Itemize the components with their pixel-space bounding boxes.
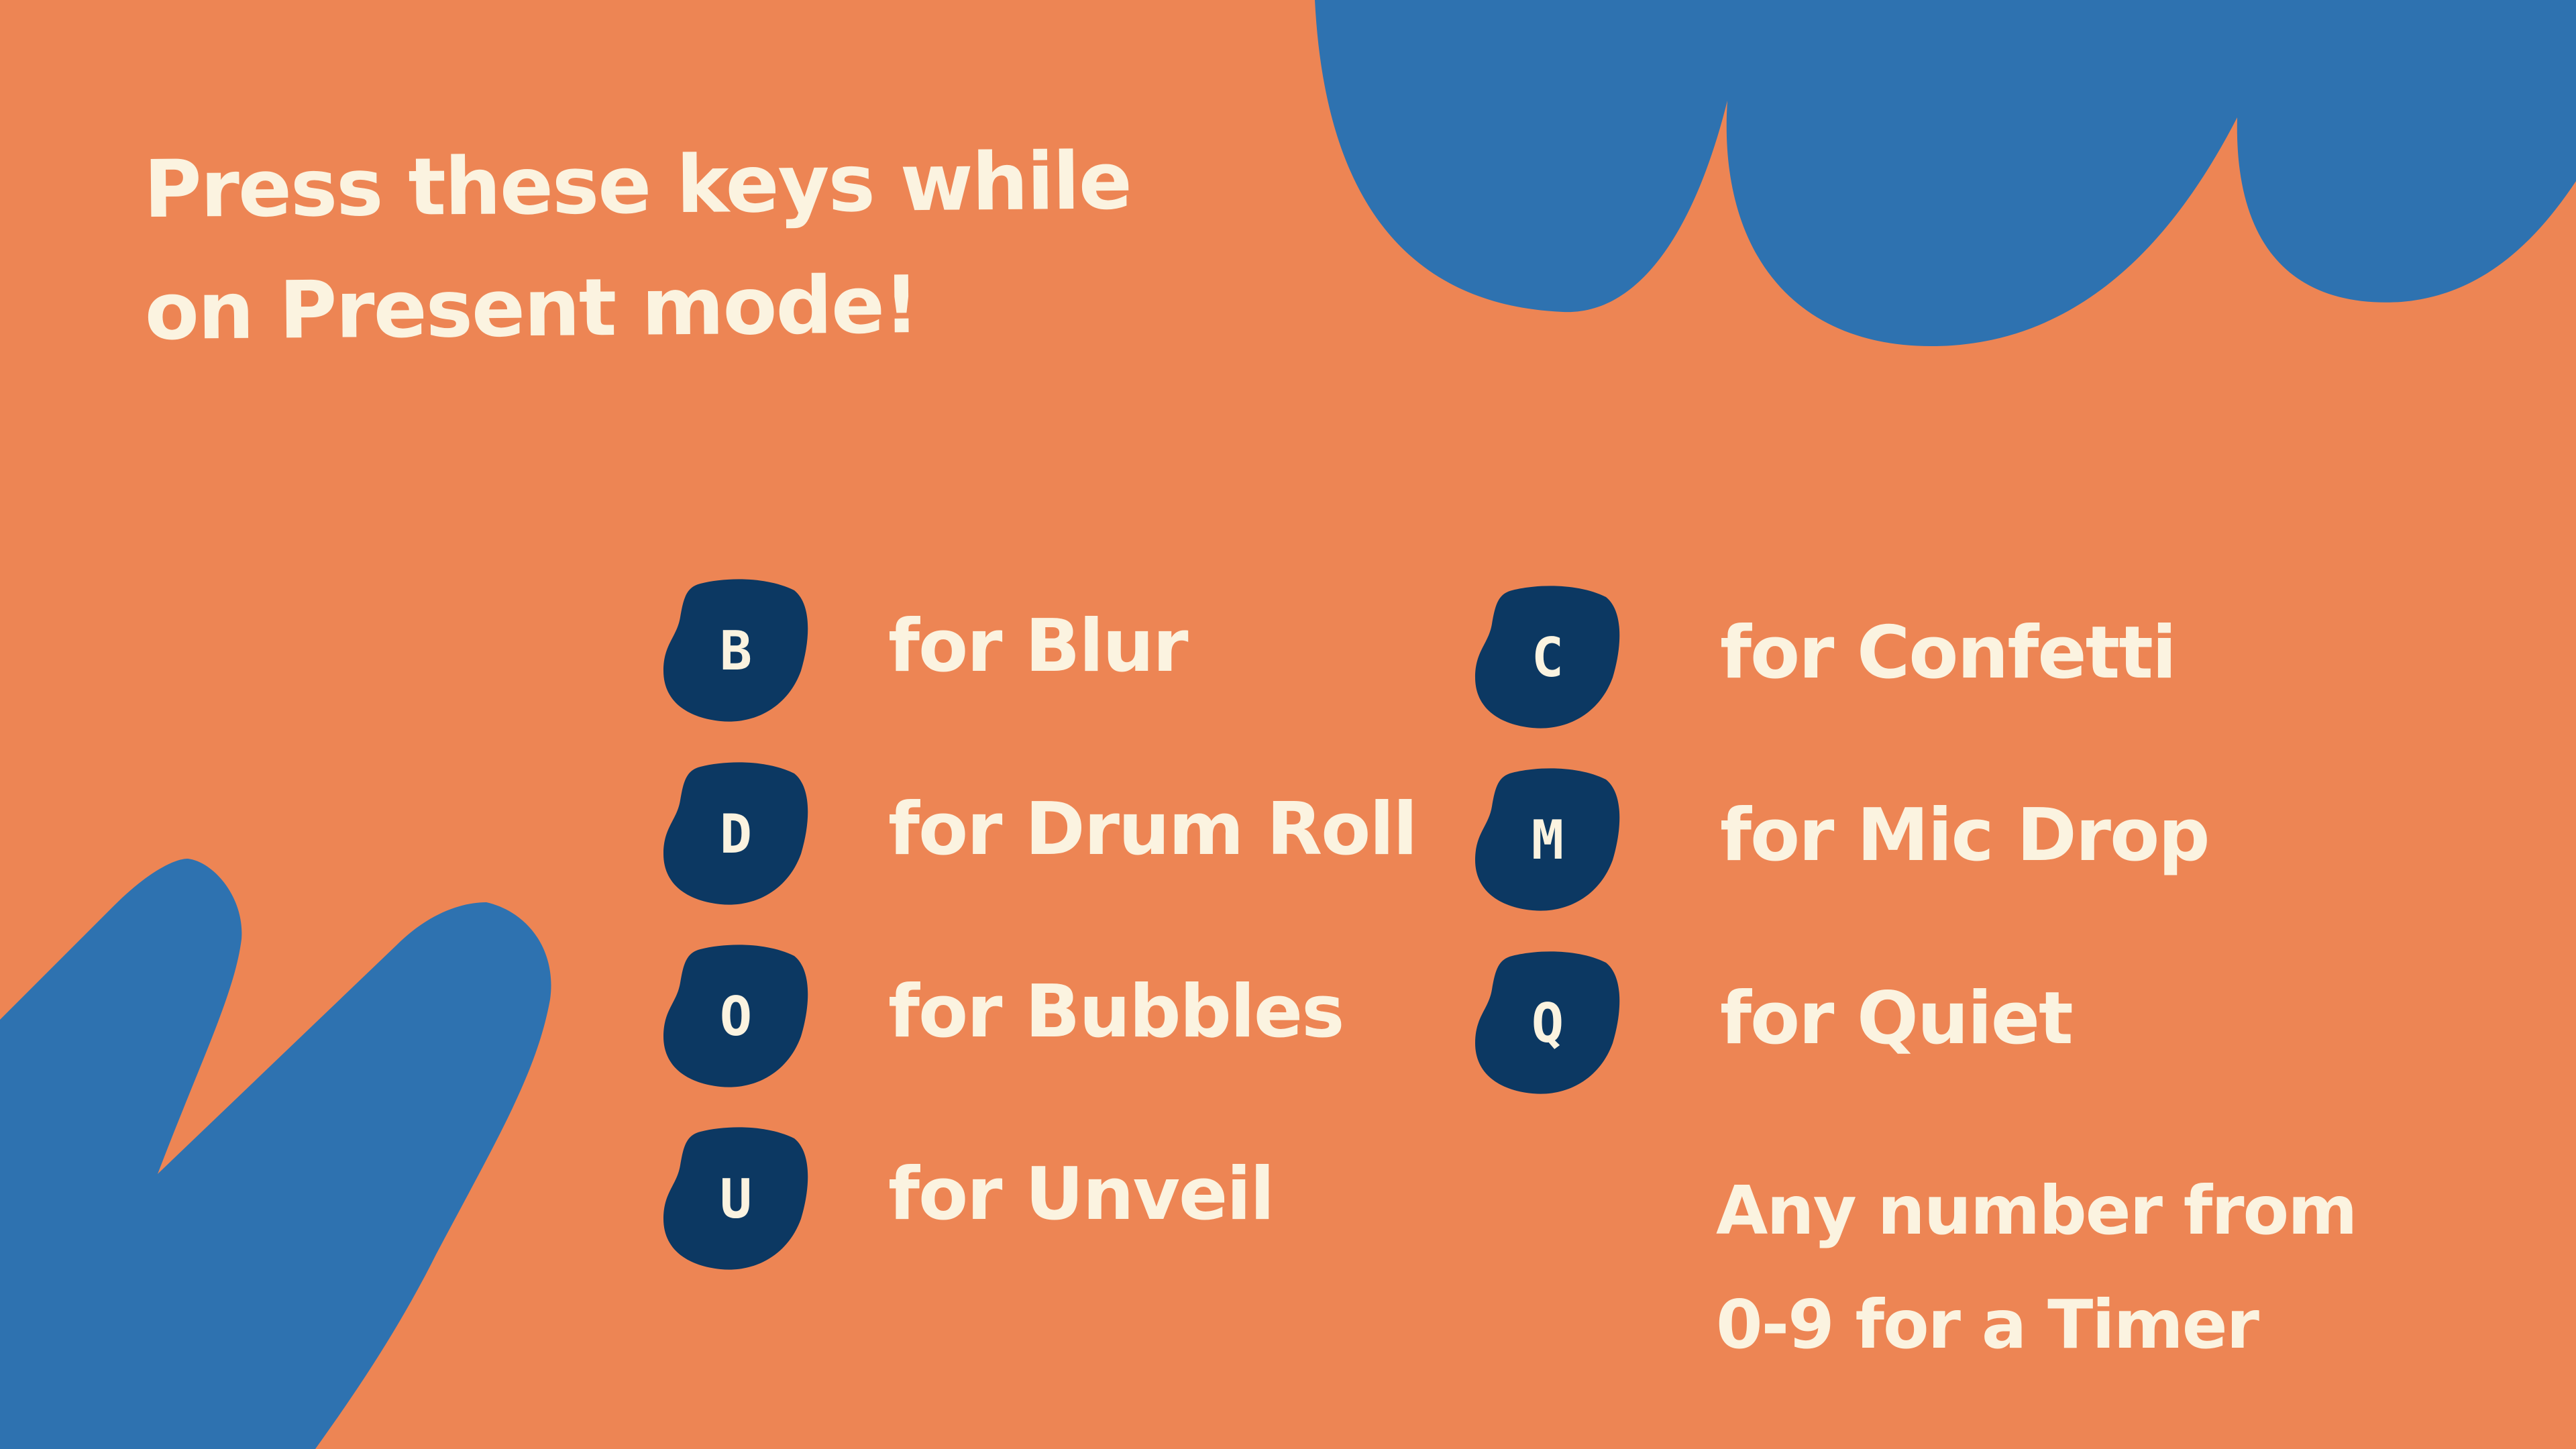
shortcut-mic-drop: M for Mic Drop — [1472, 766, 2210, 914]
key-badge: M — [1472, 766, 1623, 914]
key-badge: O — [660, 943, 812, 1090]
shortcut-label: for Bubbles — [888, 970, 1344, 1054]
key-letter: Q — [1531, 991, 1564, 1055]
shortcut-unveil: U for Unveil — [660, 1125, 1275, 1273]
key-badge: D — [660, 760, 812, 908]
shortcut-label: for Unveil — [888, 1152, 1275, 1236]
shortcut-blur: B for Blur — [660, 577, 1189, 724]
heading-line-1: Press these keys while — [143, 134, 1132, 236]
timer-note-line-2: 0-9 for a Timer — [1716, 1285, 2259, 1364]
shortcut-label: for Confetti — [1720, 611, 2177, 695]
shortcut-drum-roll: D for Drum Roll — [660, 760, 1417, 908]
key-letter: U — [719, 1167, 753, 1230]
shortcut-confetti: C for Confetti — [1472, 584, 2177, 731]
shortcut-label: for Blur — [888, 604, 1189, 688]
shortcut-bubbles: O for Bubbles — [660, 943, 1344, 1090]
key-letter: B — [719, 619, 753, 682]
timer-note: Any number from 0-9 for a Timer — [1716, 1154, 2521, 1382]
shortcut-label: for Quiet — [1720, 977, 2074, 1061]
top-right-blob — [1315, 0, 2576, 347]
key-badge: Q — [1472, 949, 1623, 1097]
presentation-slide: Press these keys while on Present mode! … — [0, 0, 2576, 1449]
shortcut-label: for Mic Drop — [1720, 794, 2210, 877]
bottom-left-blob — [0, 859, 551, 1449]
slide-heading: Press these keys while on Present mode! — [143, 120, 1132, 372]
key-badge: B — [660, 577, 812, 724]
key-badge: C — [1472, 584, 1623, 731]
key-letter: M — [1531, 808, 1564, 871]
shortcut-quiet: Q for Quiet — [1472, 949, 2074, 1097]
shortcut-label: for Drum Roll — [888, 788, 1417, 871]
key-letter: D — [719, 802, 753, 865]
key-letter: O — [719, 985, 753, 1048]
key-letter: C — [1531, 626, 1564, 689]
heading-line-2: on Present mode! — [144, 258, 919, 358]
key-badge: U — [660, 1125, 812, 1273]
timer-note-line-1: Any number from — [1716, 1171, 2357, 1250]
